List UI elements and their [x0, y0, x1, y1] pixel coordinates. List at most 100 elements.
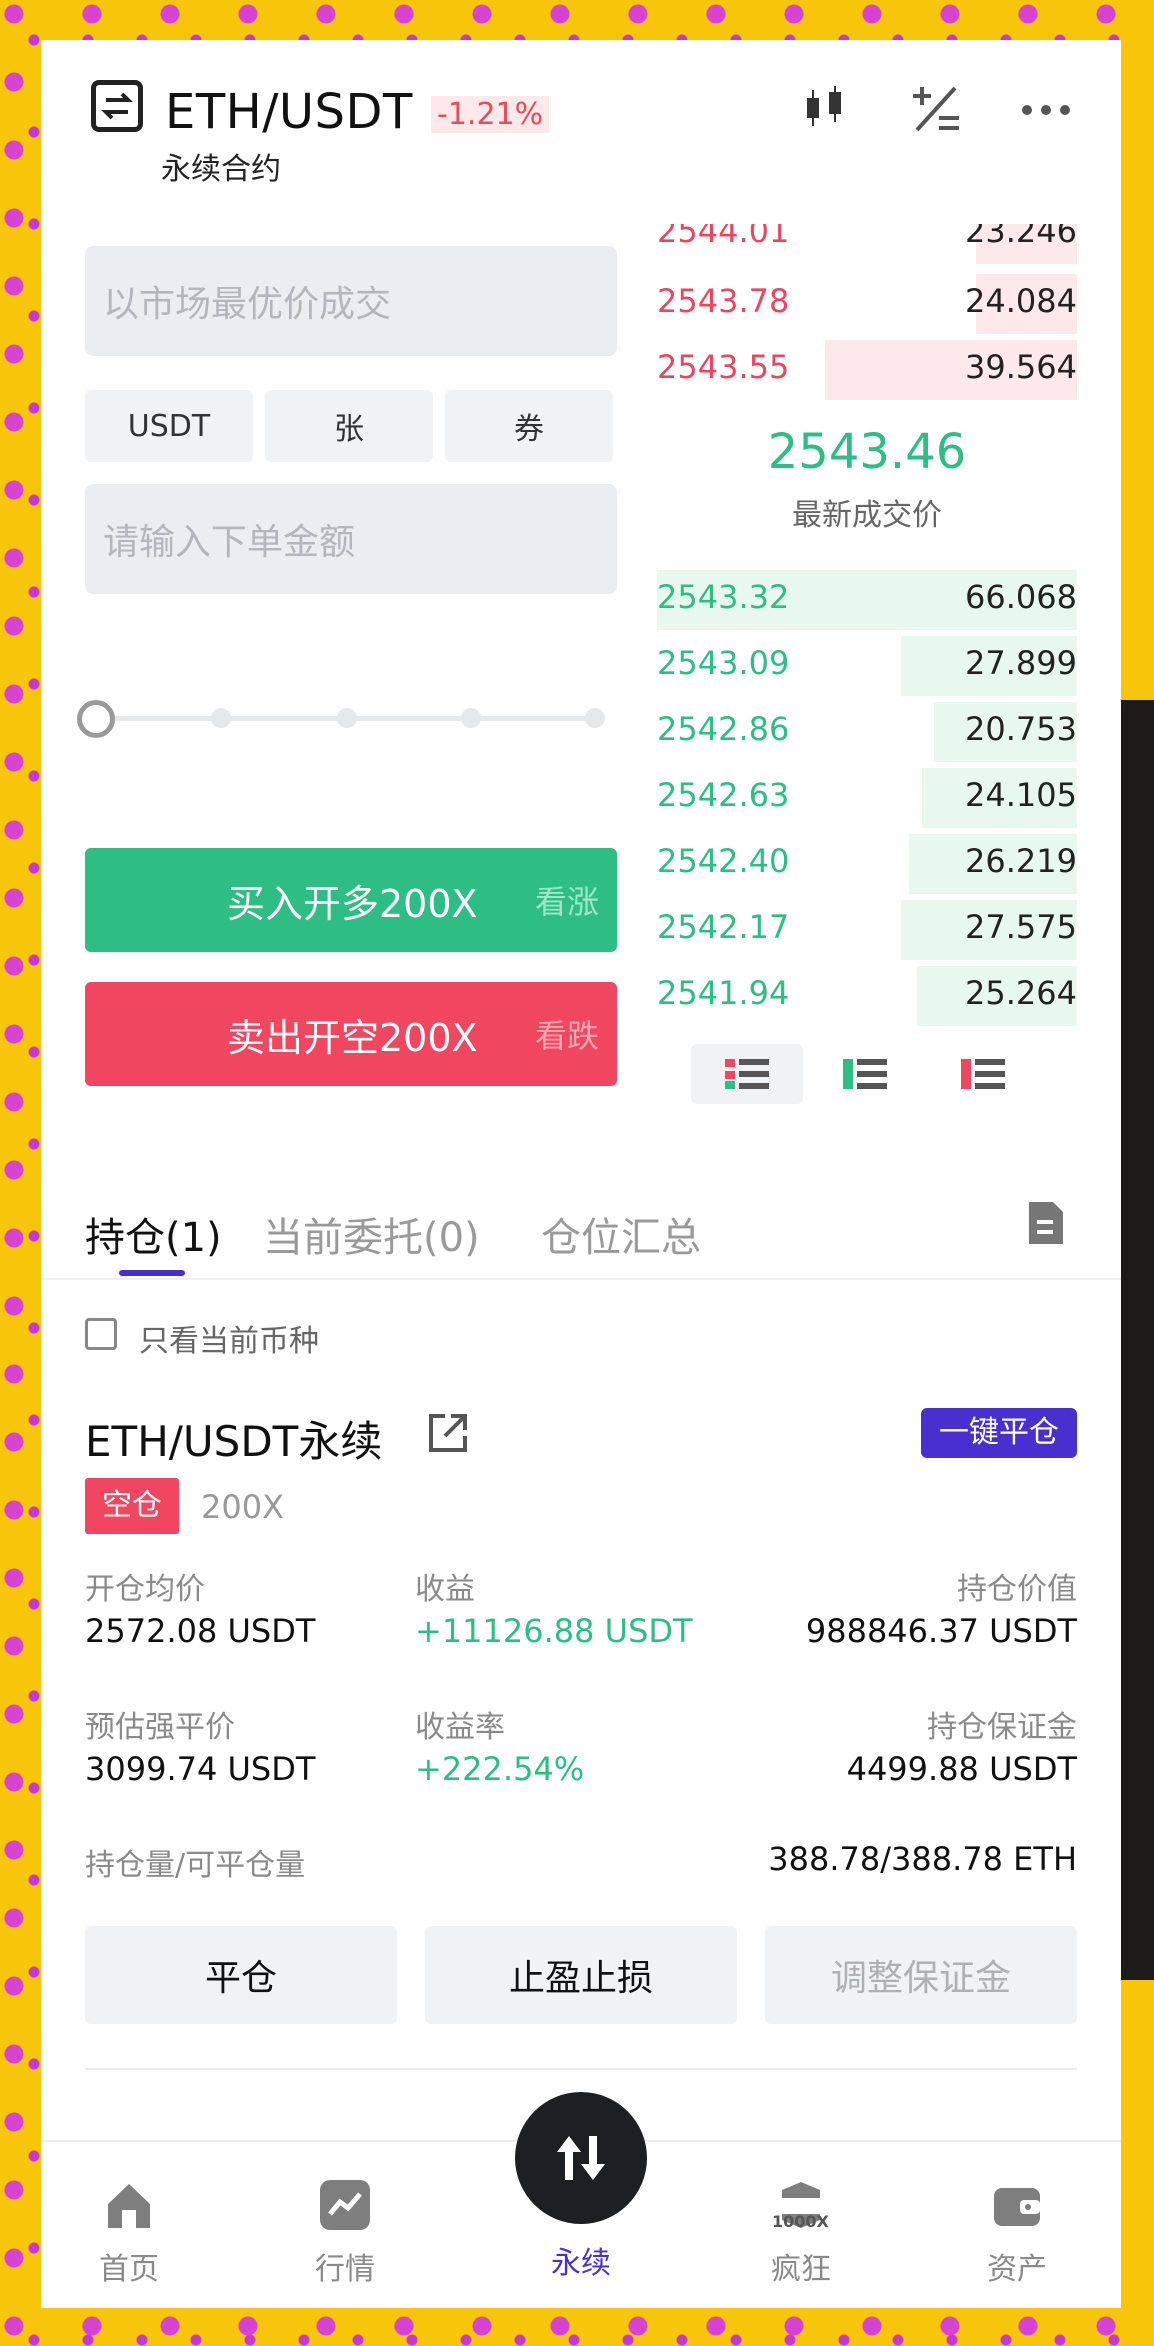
- last-price-label: 最新成交价: [792, 498, 942, 533]
- contract-type-label: 永续合约: [161, 152, 281, 187]
- price-change-badge: -1.21%: [431, 96, 550, 133]
- slider-knob[interactable]: [77, 700, 115, 738]
- orderbook-both-icon: [725, 1059, 769, 1089]
- swap-arrows-icon: [557, 2136, 605, 2180]
- nav-assets[interactable]: 资产: [957, 2178, 1077, 2288]
- bid-row[interactable]: 2542.17 27.575: [657, 896, 1077, 960]
- bid-qty: 66.068: [965, 578, 1077, 616]
- bid-price: 2541.94: [657, 974, 790, 1012]
- swap-pair-icon[interactable]: [91, 80, 143, 132]
- nav-home-label: 首页: [99, 2252, 159, 2287]
- card-divider: [85, 2068, 1077, 2070]
- bid-row[interactable]: 2543.32 66.068: [657, 566, 1077, 630]
- slider-step-50[interactable]: [337, 708, 357, 728]
- app-window: ETH/USDT -1.21% 永续合约 以市场最优价成交 USDT 张 券 请…: [41, 40, 1121, 2308]
- bid-price: 2543.32: [657, 578, 790, 616]
- side-badge: 空仓: [85, 1478, 179, 1534]
- nav-market[interactable]: 行情: [285, 2178, 405, 2288]
- share-icon[interactable]: [427, 1412, 469, 1454]
- ask-row[interactable]: 2543.78 24.084: [657, 270, 1077, 334]
- ask-qty: 24.084: [965, 282, 1077, 320]
- liq-price-value: 3099.74 USDT: [85, 1750, 316, 1788]
- tp-sl-button[interactable]: 止盈止损: [425, 1926, 737, 2024]
- size-label: 持仓量/可平仓量: [85, 1848, 306, 1883]
- sell-hint: 看跌: [534, 1017, 599, 1055]
- buy-long-label: 买入开多200X: [227, 881, 478, 926]
- slider-step-75[interactable]: [461, 708, 481, 728]
- margin-label: 持仓保证金: [927, 1710, 1077, 1745]
- adjust-margin-button[interactable]: 调整保证金: [765, 1926, 1077, 2024]
- roe-label: 收益率: [415, 1710, 505, 1745]
- roe-value: +222.54%: [415, 1750, 585, 1788]
- unit-usdt-tab[interactable]: USDT: [85, 390, 253, 462]
- view-asks-button[interactable]: [927, 1044, 1039, 1104]
- view-both-button[interactable]: [691, 1044, 803, 1104]
- filter-checkbox[interactable]: [85, 1318, 117, 1350]
- ask-row[interactable]: 2544.01 23.246: [657, 224, 1077, 264]
- ask-row[interactable]: 2543.55 39.564: [657, 336, 1077, 400]
- bid-row[interactable]: 2542.63 24.105: [657, 764, 1077, 828]
- sell-short-label: 卖出开空200X: [227, 1015, 478, 1060]
- ask-qty: 23.246: [965, 224, 1077, 250]
- bid-row[interactable]: 2541.94 25.264: [657, 962, 1077, 1026]
- candlestick-chart-icon[interactable]: [799, 82, 851, 134]
- orderbook-asks-icon: [961, 1059, 1005, 1089]
- bid-row[interactable]: 2542.86 20.753: [657, 698, 1077, 762]
- sell-short-button[interactable]: 卖出开空200X 看跌: [85, 982, 617, 1086]
- calculator-icon[interactable]: [909, 82, 963, 136]
- nav-home[interactable]: 首页: [69, 2178, 189, 2288]
- bid-qty: 27.899: [965, 644, 1077, 682]
- filter-label[interactable]: 只看当前币种: [139, 1316, 319, 1360]
- bid-row[interactable]: 2543.09 27.899: [657, 632, 1077, 696]
- bid-qty: 25.264: [965, 974, 1077, 1012]
- pnl-label: 收益: [415, 1572, 475, 1607]
- close-all-button[interactable]: 一键平仓: [921, 1408, 1077, 1458]
- position-title: ETH/USDT永续: [85, 1417, 383, 1466]
- entry-price-label: 开仓均价: [85, 1572, 205, 1607]
- chart-icon: [320, 2180, 370, 2230]
- nav-crazy-label: 疯狂: [771, 2252, 831, 2287]
- size-value: 388.78/388.78 ETH: [768, 1840, 1077, 1878]
- bid-row[interactable]: 2542.40 26.219: [657, 830, 1077, 894]
- nav-crazy[interactable]: 1000X 疯狂: [741, 2178, 861, 2288]
- position-value-value: 988846.37 USDT: [805, 1612, 1077, 1650]
- more-icon[interactable]: [1021, 102, 1071, 116]
- tab-positions[interactable]: 持仓(1): [85, 1205, 222, 1263]
- order-type-field[interactable]: 以市场最优价成交: [85, 246, 617, 356]
- unit-coupon-tab[interactable]: 券: [445, 390, 613, 462]
- bid-qty: 26.219: [965, 842, 1077, 880]
- bid-qty: 27.575: [965, 908, 1077, 946]
- bid-qty: 24.105: [965, 776, 1077, 814]
- bid-price: 2542.17: [657, 908, 790, 946]
- crazy-badge: 1000X: [772, 2212, 829, 2231]
- leverage-label: 200X: [201, 1488, 284, 1526]
- nav-market-label: 行情: [315, 2252, 375, 2287]
- buy-hint: 看涨: [534, 883, 599, 921]
- position-value-label: 持仓价值: [957, 1572, 1077, 1607]
- tab-position-summary[interactable]: 仓位汇总: [541, 1205, 701, 1263]
- last-price: 2543.46: [767, 424, 967, 480]
- pair-title[interactable]: ETH/USDT: [165, 84, 413, 140]
- tab-divider: [41, 1278, 1121, 1280]
- view-bids-button[interactable]: [809, 1044, 921, 1104]
- nav-assets-label: 资产: [987, 2252, 1047, 2287]
- bid-price: 2542.63: [657, 776, 790, 814]
- bid-qty: 20.753: [965, 710, 1077, 748]
- slider-step-100[interactable]: [585, 708, 605, 728]
- bid-price: 2542.86: [657, 710, 790, 748]
- tab-open-orders[interactable]: 当前委托(0): [263, 1205, 480, 1263]
- unit-contract-tab[interactable]: 张: [265, 390, 433, 462]
- bid-price: 2542.40: [657, 842, 790, 880]
- background-photo: [1118, 700, 1154, 1980]
- entry-price-value: 2572.08 USDT: [85, 1612, 316, 1650]
- amount-input[interactable]: 请输入下单金额: [85, 484, 617, 594]
- document-icon[interactable]: [1025, 1200, 1065, 1246]
- slider-step-25[interactable]: [211, 708, 231, 728]
- bottom-nav: 首页 行情 永续 1000X 疯狂 资产: [41, 2092, 1121, 2308]
- nav-perpetual[interactable]: 永续: [521, 2238, 641, 2282]
- pnl-value: +11126.88 USDT: [415, 1612, 693, 1650]
- buy-long-button[interactable]: 买入开多200X 看涨: [85, 848, 617, 952]
- close-position-button[interactable]: 平仓: [85, 1926, 397, 2024]
- nav-perpetual-circle[interactable]: [515, 2092, 647, 2224]
- wallet-icon: [994, 2188, 1040, 2226]
